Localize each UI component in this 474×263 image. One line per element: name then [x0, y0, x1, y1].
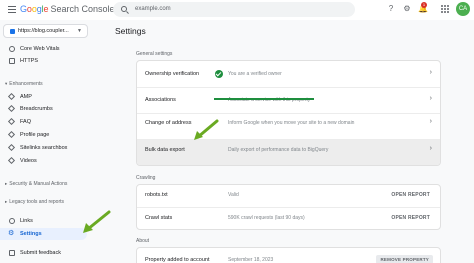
sidebar-item-label: Links: [20, 218, 33, 224]
gear-icon[interactable]: ⚙: [402, 4, 412, 14]
top-app-bar: Google Search Console example.com ? ⚙ 🔔 …: [0, 0, 474, 20]
about-card: Property added to account September 18, …: [136, 247, 441, 263]
sidebar-item-profile-page[interactable]: Profile page: [0, 129, 100, 141]
sidebar-item-label: Sitelinks searchbox: [20, 145, 68, 151]
enhancement-icon: [7, 156, 16, 165]
section-title-about: About: [136, 238, 150, 244]
sidebar-item-https[interactable]: HTTPS: [0, 55, 100, 67]
chevron-right-icon: ▸: [5, 199, 8, 204]
row-label: Associations: [145, 97, 176, 103]
chevron-down-icon: ▼: [77, 28, 82, 34]
sidebar-item-label: Submit feedback: [20, 250, 61, 256]
chevron-right-icon: ›: [429, 145, 432, 152]
sidebar-item-label: Core Web Vitals: [20, 46, 60, 52]
links-icon: [9, 218, 15, 224]
row-value: September 18, 2023: [228, 257, 274, 263]
section-legacy-tools[interactable]: ▸ Legacy tools and reports: [5, 199, 64, 205]
row-value: Valid: [228, 192, 239, 198]
section-security[interactable]: ▸ Security & Manual Actions: [5, 181, 67, 187]
search-input[interactable]: example.com: [113, 2, 355, 17]
row-value: You are a verified owner: [228, 71, 282, 77]
row-label: Change of address: [145, 120, 192, 126]
speed-icon: [9, 46, 15, 52]
chevron-right-icon: ▸: [5, 181, 8, 186]
sidebar-item-label: Profile page: [20, 132, 50, 138]
remove-property-button[interactable]: REMOVE PROPERTY: [376, 255, 433, 263]
sidebar-item-core-web-vitals[interactable]: Core Web Vitals: [0, 43, 100, 55]
sidebar-item-faq[interactable]: FAQ: [0, 116, 100, 128]
chevron-down-icon: ▾: [5, 81, 8, 86]
google-wordmark: Google: [20, 4, 49, 14]
enhancement-icon: [7, 92, 16, 101]
verified-underline-annotation: [214, 98, 314, 100]
lock-icon: [9, 58, 15, 64]
section-title-general: General settings: [136, 51, 173, 57]
general-settings-card: Ownership verification You are a verifie…: [136, 60, 441, 166]
sidebar-item-label: AMP: [20, 94, 32, 100]
property-selector[interactable]: https://blog.coupler... ▼: [3, 24, 88, 38]
apps-grid-icon[interactable]: [441, 5, 449, 13]
hamburger-menu-icon[interactable]: [8, 6, 16, 13]
help-icon[interactable]: ?: [386, 4, 396, 14]
sidebar-item-amp[interactable]: AMP: [0, 91, 100, 103]
row-associations[interactable]: Associations Associate a service with th…: [137, 88, 440, 114]
feedback-icon: [9, 250, 15, 256]
notification-badge: 1: [421, 2, 427, 8]
enhancement-icon: [7, 104, 16, 113]
sidebar-item-label: Breadcrumbs: [20, 106, 53, 112]
row-value: 590K crawl requests (last 90 days): [228, 215, 305, 221]
enhancement-icon: [7, 117, 16, 126]
sidebar-item-settings[interactable]: ⚙ Settings: [0, 228, 87, 240]
row-crawl-stats[interactable]: Crawl stats 590K crawl requests (last 90…: [137, 208, 440, 229]
row-label: Property added to account: [145, 257, 210, 263]
sidebar-item-label: Settings: [20, 231, 42, 237]
sidebar-item-videos[interactable]: Videos: [0, 155, 100, 167]
gear-icon: ⚙: [8, 230, 15, 237]
sidebar-item-label: Videos: [20, 158, 37, 164]
property-icon: [10, 29, 15, 34]
chevron-right-icon: ›: [429, 95, 432, 102]
annotation-arrow-settings: [83, 210, 111, 233]
sidebar-item-label: HTTPS: [20, 58, 39, 64]
search-text: example.com: [135, 6, 171, 12]
row-property-added: Property added to account September 18, …: [137, 248, 440, 263]
section-title-crawling: Crawling: [136, 175, 156, 181]
product-name: Search Console: [50, 4, 115, 14]
check-circle-icon: [215, 70, 223, 78]
enhancement-icon: [7, 143, 16, 152]
row-value: Daily export of performance data to BigQ…: [228, 147, 329, 153]
main-content: Settings General settings Ownership veri…: [110, 20, 474, 263]
avatar[interactable]: CA: [456, 2, 470, 16]
row-change-of-address[interactable]: Change of address Inform Google when you…: [137, 114, 440, 140]
sidebar-item-sitelinks-searchbox[interactable]: Sitelinks searchbox: [0, 142, 100, 154]
crawling-card: robots.txt Valid OPEN REPORT Crawl stats…: [136, 184, 441, 230]
row-label: Bulk data export: [145, 147, 185, 153]
chevron-right-icon: ›: [429, 69, 432, 76]
open-report-button[interactable]: OPEN REPORT: [391, 215, 430, 221]
section-enhancements[interactable]: ▾ Enhancements: [5, 81, 43, 87]
row-ownership-verification[interactable]: Ownership verification You are a verifie…: [137, 61, 440, 88]
open-report-button[interactable]: OPEN REPORT: [391, 192, 430, 198]
row-value: Inform Google when you move your site to…: [228, 120, 355, 126]
sidebar-item-breadcrumbs[interactable]: Breadcrumbs: [0, 103, 100, 115]
annotation-arrow-bulk-export: [194, 119, 219, 140]
row-label: Crawl stats: [145, 215, 173, 221]
enhancement-icon: [7, 130, 16, 139]
sidebar-item-label: FAQ: [20, 119, 32, 125]
search-icon: [121, 6, 127, 12]
row-label: Ownership verification: [145, 71, 200, 77]
page-title: Settings: [115, 26, 146, 36]
row-bulk-data-export[interactable]: Bulk data export Daily export of perform…: [137, 140, 440, 165]
row-label: robots.txt: [145, 192, 168, 198]
search-console-logo[interactable]: Google Search Console: [20, 4, 114, 14]
row-robots-txt[interactable]: robots.txt Valid OPEN REPORT: [137, 185, 440, 208]
property-url: https://blog.coupler...: [18, 28, 69, 34]
chevron-right-icon: ›: [429, 118, 432, 125]
sidebar-item-submit-feedback[interactable]: Submit feedback: [0, 247, 100, 259]
